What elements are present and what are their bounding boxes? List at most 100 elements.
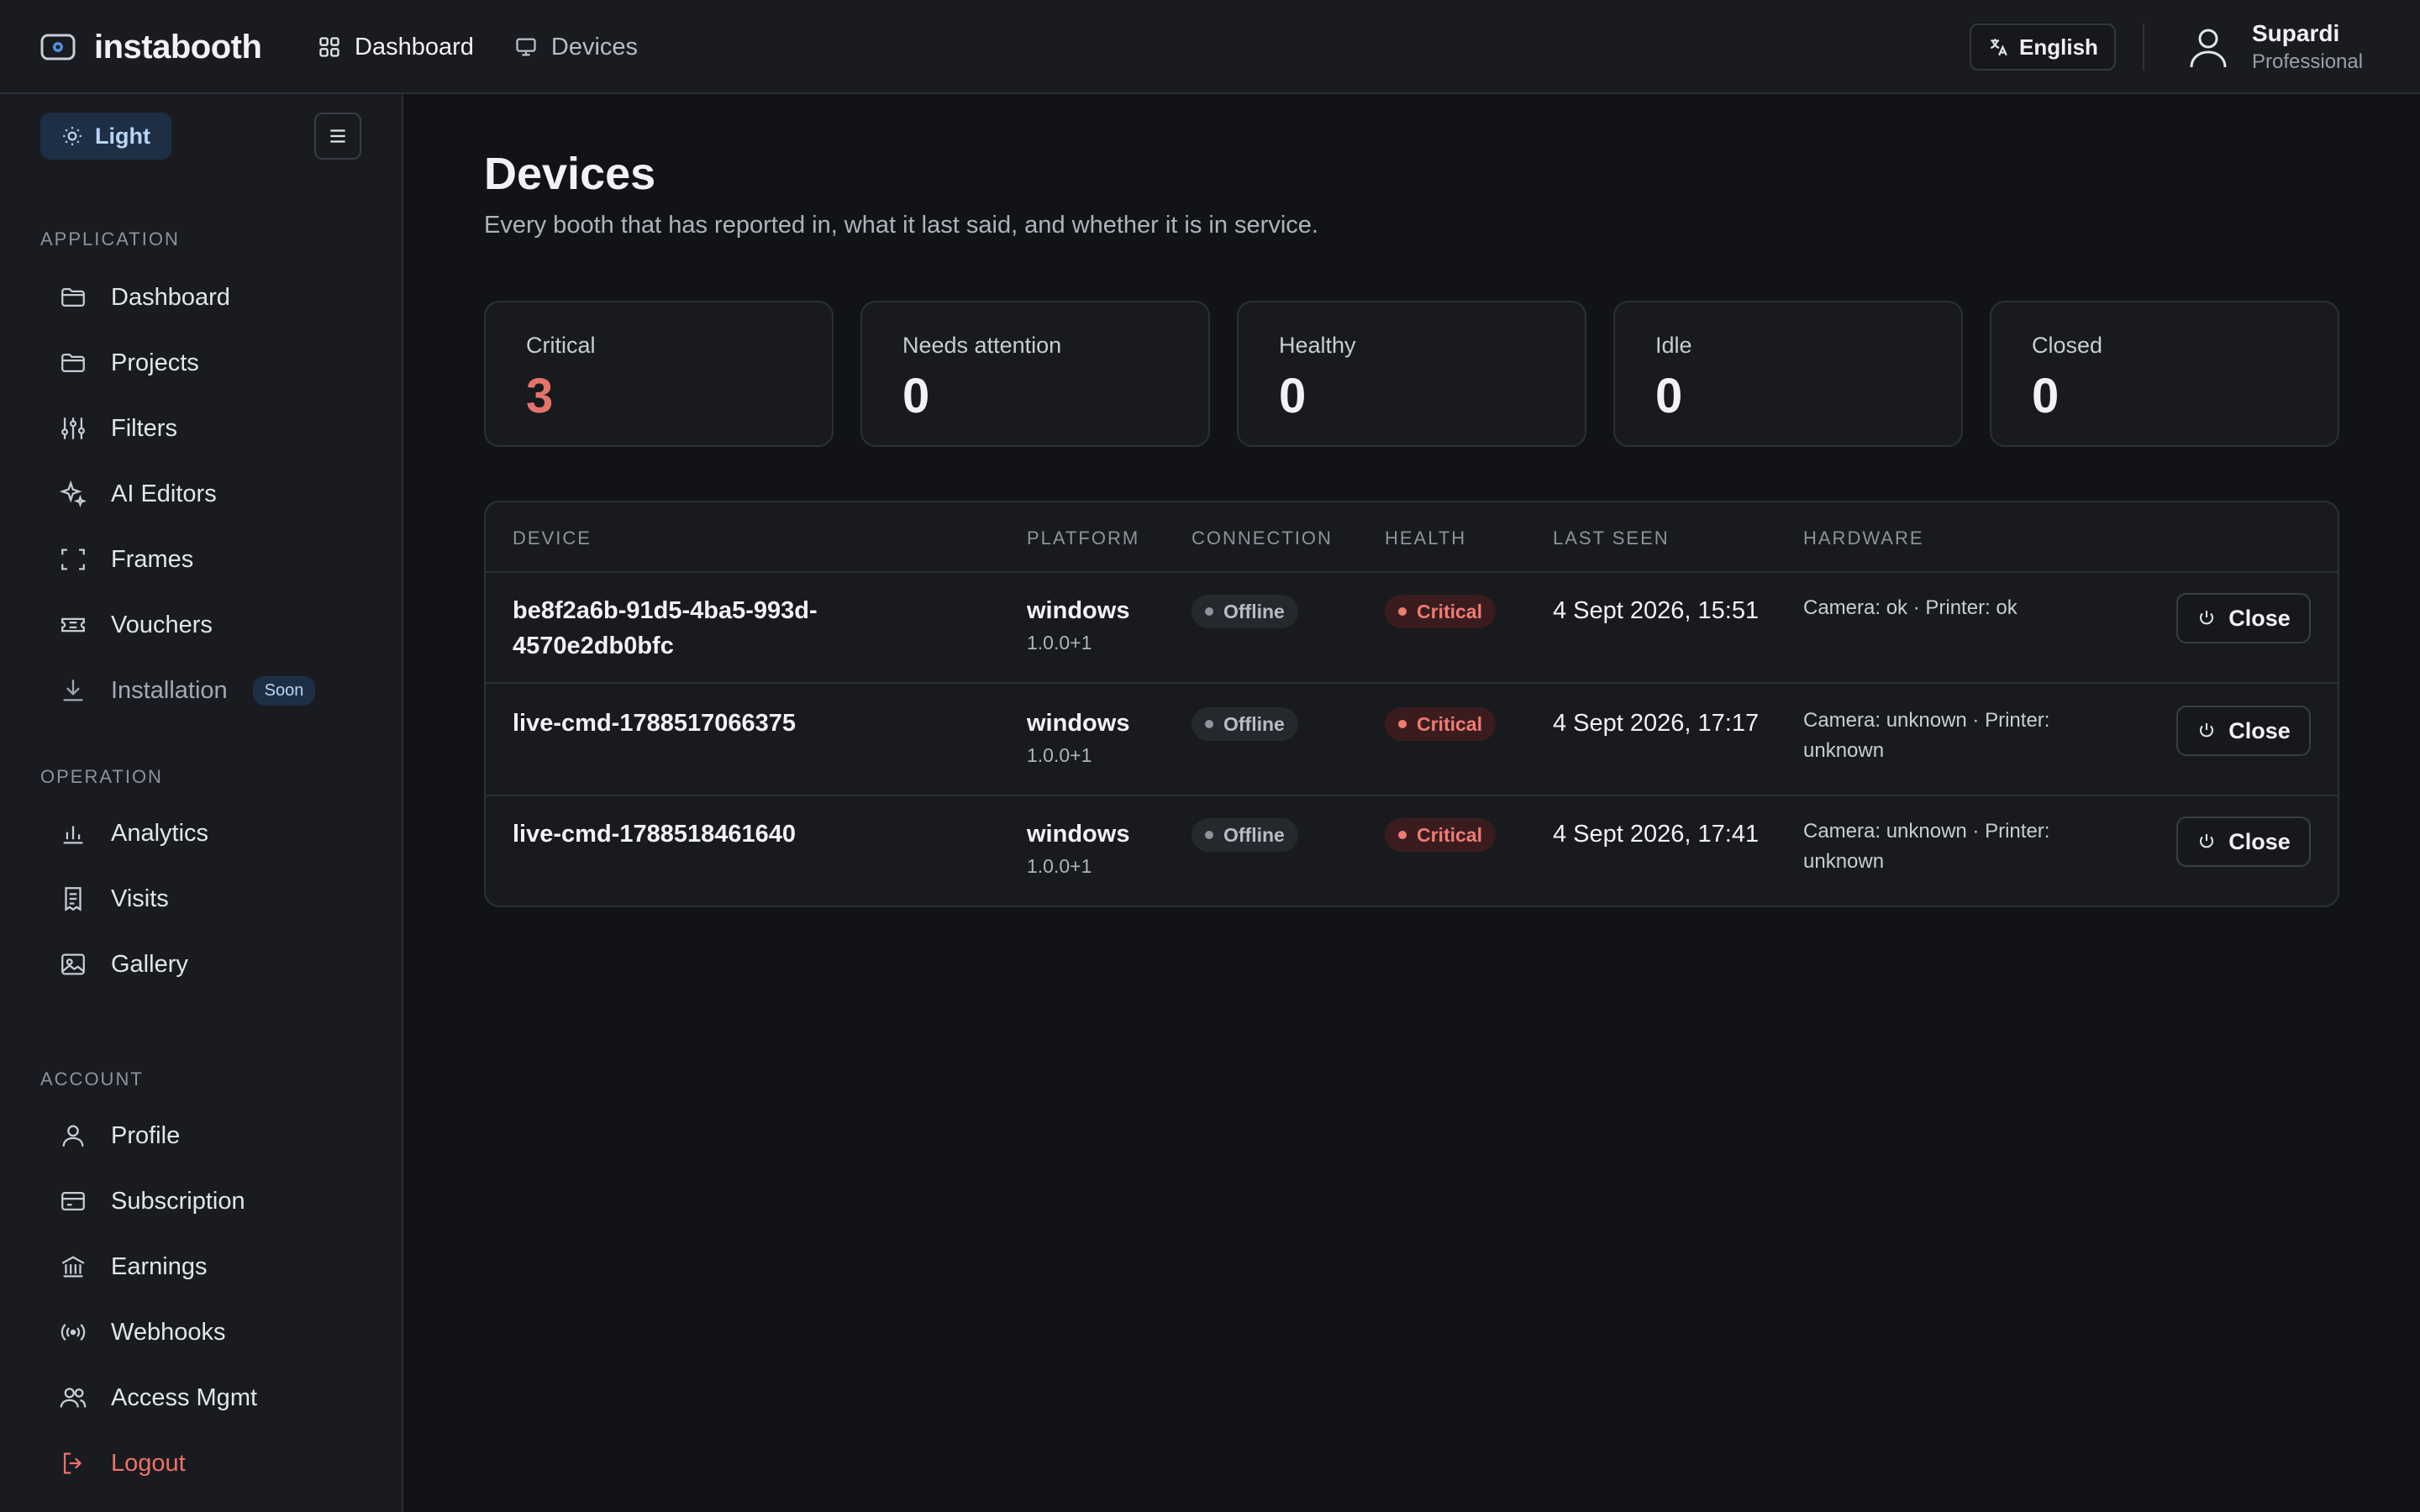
status-dot bbox=[1398, 720, 1407, 728]
sidebar-item-logout[interactable]: Logout bbox=[40, 1436, 363, 1490]
sidebar-item-visits[interactable]: Visits bbox=[40, 872, 363, 926]
hardware-status: Camera: unknown · Printer: unknown bbox=[1803, 709, 2050, 762]
last-seen: 4 Sept 2026, 17:41 bbox=[1553, 821, 1760, 848]
sidebar-item-installation[interactable]: Installation Soon bbox=[40, 664, 363, 717]
device-id: live-cmd-1788517066375 bbox=[513, 710, 796, 737]
user-menu[interactable]: Supardi Professional bbox=[2185, 15, 2363, 79]
top-bar: instabooth Dashboard Devices English Sup… bbox=[0, 0, 2420, 94]
column-header-hardware: HARDWARE bbox=[1803, 528, 1924, 549]
sparkles-icon bbox=[59, 480, 111, 508]
page-subtitle: Every booth that has reported in, what i… bbox=[484, 212, 1318, 239]
frame-icon bbox=[59, 545, 111, 574]
status-dot bbox=[1205, 720, 1213, 728]
theme-label: Light bbox=[95, 123, 150, 149]
sidebar-item-label: AI Editors bbox=[111, 480, 217, 507]
sliders-icon bbox=[59, 414, 111, 443]
logout-icon bbox=[59, 1449, 111, 1478]
sidebar-item-vouchers[interactable]: Vouchers bbox=[40, 598, 363, 652]
sidebar-item-profile[interactable]: Profile bbox=[40, 1109, 363, 1163]
power-icon bbox=[2196, 832, 2228, 852]
language-button[interactable]: English bbox=[1970, 24, 2116, 71]
sidebar-item-label: Visits bbox=[111, 885, 169, 912]
device-id: be8f2a6b-91d5-4ba5-993d-4570e2db0bfc bbox=[513, 597, 818, 659]
close-device-button[interactable]: Close bbox=[2176, 593, 2311, 643]
sidebar-item-label: Access Mgmt bbox=[111, 1383, 258, 1411]
table-row: live-cmd-1788517066375 windows 1.0.0+1 O… bbox=[486, 685, 2338, 796]
soon-badge: Soon bbox=[252, 675, 316, 706]
column-header-platform: PLATFORM bbox=[1027, 528, 1140, 549]
hardware-status: Camera: unknown · Printer: unknown bbox=[1803, 820, 2050, 873]
stat-card-idle: Idle 0 bbox=[1613, 301, 1963, 447]
top-nav-devices[interactable]: Devices bbox=[514, 34, 638, 61]
device-id: live-cmd-1788518461640 bbox=[513, 821, 796, 848]
bank-icon bbox=[59, 1252, 111, 1281]
receipt-icon bbox=[59, 885, 111, 913]
sidebar-item-label: Filters bbox=[111, 414, 177, 442]
sidebar-collapse-button[interactable] bbox=[314, 113, 361, 160]
stat-card-closed: Closed 0 bbox=[1990, 301, 2339, 447]
sidebar-item-label: Gallery bbox=[111, 950, 188, 978]
health-label: Critical bbox=[1417, 600, 1482, 622]
stat-value: 0 bbox=[902, 369, 930, 423]
top-nav-dashboard[interactable]: Dashboard bbox=[318, 34, 474, 61]
status-dot bbox=[1205, 607, 1213, 616]
sidebar-item-label: Profile bbox=[111, 1121, 181, 1149]
connection-badge: Offline bbox=[1192, 595, 1298, 628]
sidebar-item-label: Installation bbox=[111, 676, 228, 704]
download-icon bbox=[59, 676, 111, 705]
brand[interactable]: instabooth bbox=[40, 24, 262, 71]
camera-logo-icon bbox=[40, 33, 76, 61]
hamburger-icon bbox=[327, 125, 349, 147]
theme-toggle-button[interactable]: Light bbox=[40, 113, 171, 160]
sidebar-item-frames[interactable]: Frames bbox=[40, 533, 363, 586]
sidebar-item-webhooks[interactable]: Webhooks bbox=[40, 1305, 363, 1359]
sidebar-item-dashboard[interactable]: Dashboard bbox=[40, 270, 363, 324]
sidebar-item-gallery[interactable]: Gallery bbox=[40, 937, 363, 991]
stat-card-healthy: Healthy 0 bbox=[1237, 301, 1586, 447]
stat-label: Closed bbox=[2032, 333, 2103, 358]
table-row: be8f2a6b-91d5-4ba5-993d-4570e2db0bfc win… bbox=[486, 573, 2338, 684]
sidebar-item-projects[interactable]: Projects bbox=[40, 336, 363, 390]
stat-label: Critical bbox=[526, 333, 596, 358]
status-dot bbox=[1398, 607, 1407, 616]
bar-chart-icon bbox=[59, 819, 111, 848]
section-label-operation: OPERATION bbox=[40, 766, 163, 787]
sidebar-item-subscription[interactable]: Subscription bbox=[40, 1174, 363, 1228]
users-icon bbox=[59, 1383, 111, 1412]
top-nav-label: Devices bbox=[550, 33, 639, 60]
platform: windows bbox=[1027, 597, 1130, 624]
last-seen: 4 Sept 2026, 15:51 bbox=[1553, 597, 1760, 624]
stat-value: 0 bbox=[1655, 369, 1683, 423]
connection-label: Offline bbox=[1223, 600, 1285, 622]
health-badge: Critical bbox=[1385, 595, 1496, 628]
sidebar-item-ai-editors[interactable]: AI Editors bbox=[40, 467, 363, 521]
close-label: Close bbox=[2228, 717, 2291, 743]
close-label: Close bbox=[2228, 605, 2291, 631]
sidebar-item-access-mgmt[interactable]: Access Mgmt bbox=[40, 1371, 363, 1425]
table-row: live-cmd-1788518461640 windows 1.0.0+1 O… bbox=[486, 796, 2338, 906]
image-icon bbox=[59, 950, 111, 979]
close-device-button[interactable]: Close bbox=[2176, 706, 2311, 756]
broadcast-icon bbox=[59, 1318, 111, 1347]
sidebar-item-label: Dashboard bbox=[111, 283, 230, 311]
section-label-application: APPLICATION bbox=[40, 228, 180, 249]
credit-card-icon bbox=[59, 1187, 111, 1215]
health-label: Critical bbox=[1417, 712, 1482, 735]
folder-icon bbox=[59, 283, 111, 312]
sidebar-item-earnings[interactable]: Earnings bbox=[40, 1240, 363, 1294]
close-device-button[interactable]: Close bbox=[2176, 816, 2311, 867]
ticket-icon bbox=[59, 611, 111, 639]
table-header: DEVICE PLATFORM CONNECTION HEALTH LAST S… bbox=[486, 502, 2338, 573]
platform: windows bbox=[1027, 710, 1130, 737]
user-icon bbox=[59, 1121, 111, 1150]
sidebar-item-analytics[interactable]: Analytics bbox=[40, 806, 363, 860]
stat-label: Idle bbox=[1655, 333, 1692, 358]
health-label: Critical bbox=[1417, 823, 1482, 846]
stat-label: Needs attention bbox=[902, 333, 1062, 358]
sidebar-item-filters[interactable]: Filters bbox=[40, 402, 363, 455]
folder-icon bbox=[59, 349, 111, 377]
divider bbox=[2143, 24, 2144, 71]
close-label: Close bbox=[2228, 828, 2291, 854]
top-nav: Dashboard Devices bbox=[318, 25, 678, 69]
section-label-account: ACCOUNT bbox=[40, 1068, 144, 1089]
